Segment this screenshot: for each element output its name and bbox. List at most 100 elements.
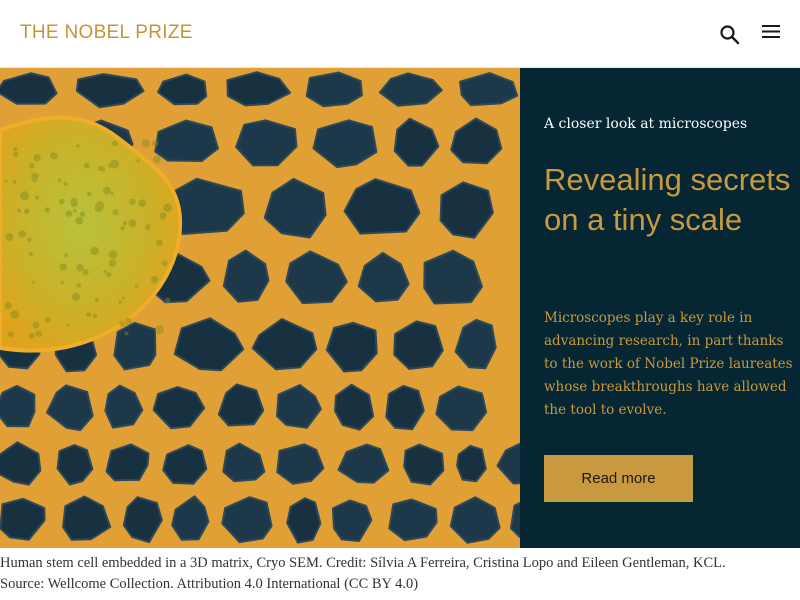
- hero-eyebrow: A closer look at microscopes: [544, 116, 748, 132]
- cell-surface-dot: [10, 310, 20, 319]
- site-logo[interactable]: THE NOBEL PRIZE: [20, 22, 193, 44]
- cell-surface-dot: [5, 233, 14, 241]
- cell-surface-dot: [94, 298, 99, 303]
- cell-surface-dot: [58, 198, 65, 205]
- cell-surface-dot: [29, 162, 35, 169]
- cell-surface-dot: [32, 280, 35, 284]
- cell-surface-dot: [31, 172, 39, 181]
- cell-surface-dot: [152, 155, 161, 164]
- cell-surface-dot: [87, 191, 92, 197]
- cell-surface-dot: [73, 209, 77, 213]
- cell-surface-dot: [108, 250, 118, 259]
- cell-surface-dot: [57, 178, 62, 183]
- cell-surface-dot: [159, 212, 167, 220]
- cell-surface-dot: [110, 159, 119, 169]
- cell-surface-dot: [65, 210, 73, 217]
- cell-surface-dot: [79, 211, 86, 217]
- cell-surface-dot: [124, 331, 129, 336]
- cell-surface-dot: [35, 330, 42, 338]
- site-header: THE NOBEL PRIZE: [0, 0, 800, 68]
- matrix-pore: [0, 384, 36, 428]
- cell-surface-dot: [134, 284, 138, 288]
- cell-surface-dot: [122, 221, 128, 226]
- cell-surface-dot: [86, 312, 92, 317]
- cell-surface-dot: [22, 193, 29, 201]
- cell-surface-dot: [70, 200, 78, 208]
- cell-surface-dot: [7, 331, 14, 338]
- cell-surface-dot: [94, 203, 104, 213]
- matrix-pore: [105, 443, 150, 482]
- hero-image: [0, 68, 520, 548]
- cell-surface-dot: [120, 225, 125, 231]
- cell-surface-dot: [13, 146, 18, 152]
- cell-surface-dot: [106, 271, 112, 278]
- menu-button[interactable]: [757, 19, 785, 47]
- caption-source: Source: Wellcome Collection. Attribution…: [0, 576, 419, 592]
- cell-surface-dot: [119, 320, 126, 327]
- cell-surface-dot: [76, 263, 84, 272]
- search-icon: [720, 25, 740, 45]
- hero-panel: A closer look at microscopes Revealing s…: [520, 68, 800, 548]
- cell-surface-dot: [163, 203, 172, 213]
- cell-surface-dot: [59, 263, 67, 271]
- cell-surface-dot: [156, 239, 163, 247]
- cell-surface-dot: [138, 199, 146, 207]
- cell-surface-dot: [118, 300, 122, 304]
- cell-surface-dot: [72, 292, 81, 301]
- cell-surface-dot: [76, 282, 82, 288]
- stem-cell-micrograph: [0, 68, 520, 548]
- cell-surface-dot: [49, 152, 57, 159]
- cell-surface-dot: [76, 144, 80, 148]
- cell-surface-dot: [152, 140, 159, 147]
- cell-surface-dot: [103, 269, 107, 274]
- cell-surface-dot: [92, 313, 98, 319]
- cell-surface-dot: [150, 276, 159, 284]
- cell-surface-dot: [165, 297, 171, 303]
- matrix-pore: [113, 321, 157, 371]
- cell-surface-dot: [27, 237, 32, 242]
- cell-surface-dot: [82, 269, 89, 276]
- cell-surface-dot: [28, 332, 35, 339]
- image-caption: Human stem cell embedded in a 3D matrix,…: [0, 553, 800, 595]
- hero-title: Revealing secrets on a tiny scale: [544, 162, 791, 237]
- cell-surface-dot: [33, 153, 41, 162]
- cell-surface-dot: [63, 181, 68, 186]
- cell-surface-dot: [66, 323, 70, 327]
- search-button[interactable]: [716, 21, 744, 49]
- caption-credit: Human stem cell embedded in a 3D matrix,…: [0, 555, 726, 571]
- cell-surface-dot: [110, 191, 114, 196]
- read-more-button[interactable]: Read more: [544, 455, 693, 502]
- cell-surface-dot: [136, 158, 140, 163]
- cell-surface-dot: [44, 207, 50, 213]
- cell-surface-dot: [111, 140, 118, 147]
- cell-surface-dot: [142, 139, 150, 148]
- cell-surface-dot: [154, 325, 164, 335]
- cell-surface-dot: [161, 260, 168, 267]
- cell-surface-dot: [45, 317, 51, 323]
- hamburger-menu-icon: [762, 25, 780, 38]
- cell-surface-dot: [90, 246, 99, 256]
- cell-surface-dot: [83, 162, 90, 169]
- cell-surface-dot: [108, 259, 117, 267]
- cell-surface-dot: [129, 198, 136, 205]
- cell-surface-dot: [103, 186, 111, 195]
- cell-surface-dot: [13, 151, 19, 157]
- cell-surface-dot: [12, 180, 17, 184]
- cell-surface-dot: [32, 321, 40, 329]
- cell-surface-dot: [122, 296, 125, 300]
- cell-surface-dot: [128, 219, 137, 228]
- hero-description: Microscopes play a key role in advancing…: [544, 310, 793, 418]
- cell-surface-dot: [75, 216, 84, 225]
- cell-surface-dot: [28, 251, 33, 257]
- cell-surface-dot: [4, 302, 12, 310]
- cell-surface-dot: [98, 165, 104, 172]
- cell-surface-dot: [35, 195, 39, 200]
- cell-surface-dot: [124, 317, 132, 325]
- cell-surface-dot: [18, 230, 27, 238]
- cell-surface-dot: [145, 224, 151, 230]
- cell-surface-dot: [4, 179, 8, 183]
- cell-surface-dot: [24, 208, 30, 215]
- cell-surface-dot: [112, 209, 119, 216]
- cell-surface-dot: [63, 253, 68, 258]
- cell-surface-dot: [60, 280, 64, 285]
